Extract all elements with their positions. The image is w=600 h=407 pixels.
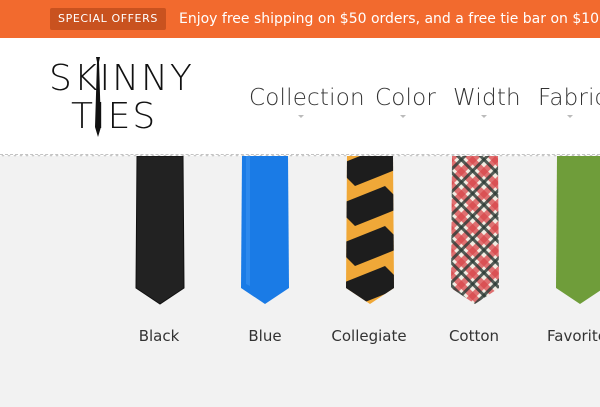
chevron-down-icon [481,115,487,118]
logo-line-skinny: SKINNY [49,58,194,99]
nav-item-width[interactable]: Width [453,84,521,112]
nav-item-collection[interactable]: Collection [249,84,365,112]
tie-label-collegiate[interactable]: Collegiate [329,326,409,346]
tie-favorites[interactable] [555,156,600,306]
skinny-ties-logo[interactable]: SKINNY TIES [49,57,192,139]
tie-blue[interactable] [240,156,290,306]
chevron-down-icon [400,115,406,118]
chevron-down-icon [298,115,304,118]
chevron-down-icon [567,115,573,118]
promo-bar: SPECIAL OFFERS Enjoy free shipping on $5… [0,0,600,38]
logo-tie-icon [95,57,101,137]
tie-label-cotton[interactable]: Cotton [444,326,504,346]
nav-item-fabric[interactable]: Fabric [538,84,600,112]
special-offers-badge[interactable]: SPECIAL OFFERS [50,8,166,30]
tie-label-blue[interactable]: Blue [235,326,295,346]
tie-cotton[interactable] [450,156,500,306]
tie-label-black[interactable]: Black [129,326,189,346]
tie-black[interactable] [135,156,185,306]
header-stitch-divider [0,154,600,159]
tie-collegiate[interactable] [345,156,395,306]
promo-text: Enjoy free shipping on $50 orders, and a… [179,11,600,27]
nav-item-color[interactable]: Color [375,84,436,112]
logo-line-ties: TIES [71,96,158,137]
tie-label-favorites[interactable]: Favorites [547,326,600,346]
